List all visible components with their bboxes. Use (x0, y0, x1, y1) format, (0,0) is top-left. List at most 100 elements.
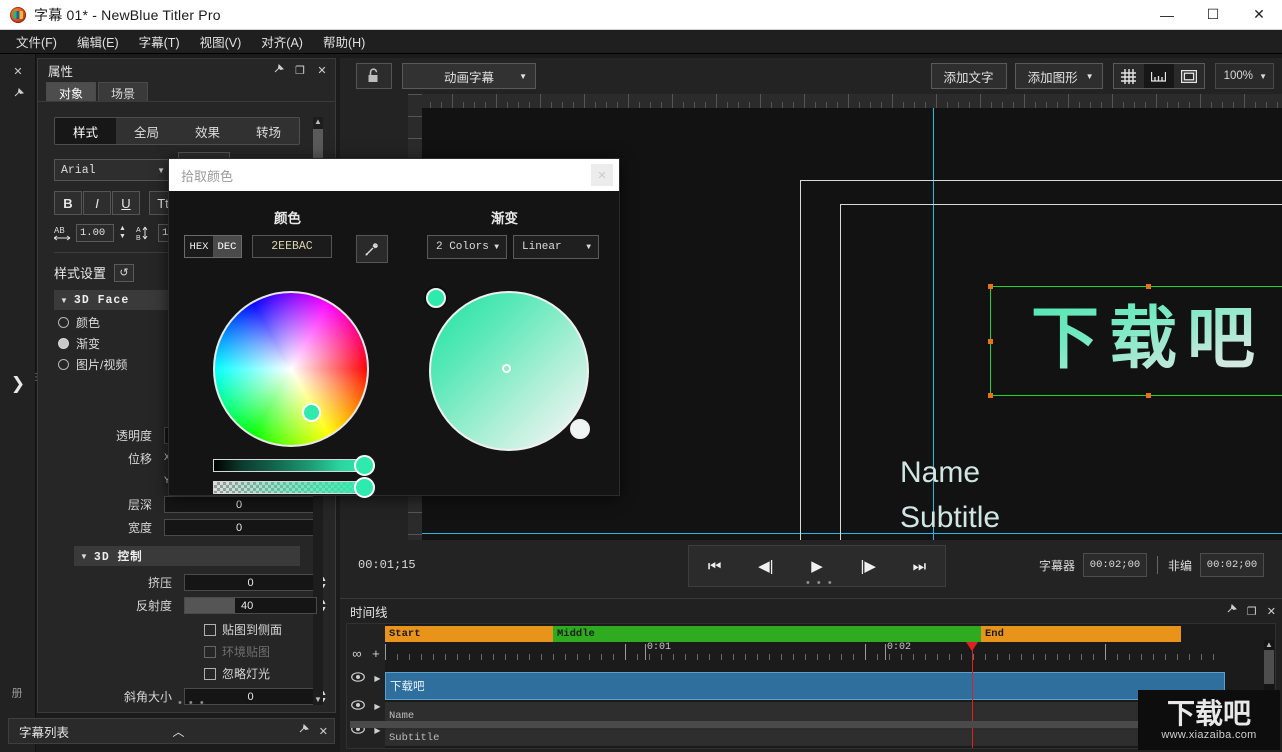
brightness-slider[interactable] (213, 459, 369, 472)
panel-resize-dots[interactable]: • • • (806, 577, 834, 589)
scroll-up-arrow[interactable]: ▲ (1264, 640, 1274, 649)
expand-track-icon[interactable]: ▶ (374, 674, 380, 683)
titler-duration-input[interactable]: 00:02;00 (1083, 553, 1147, 577)
properties-close-icon[interactable]: ✕ (315, 64, 329, 77)
group-3d-control[interactable]: ▼ 3D 控制 (74, 546, 300, 566)
segment-effects[interactable]: 效果 (177, 118, 238, 144)
add-track-button[interactable]: + (372, 646, 380, 661)
section-middle[interactable]: Middle (553, 626, 981, 642)
segment-transitions[interactable]: 转场 (238, 118, 299, 144)
selection-box[interactable] (990, 286, 1282, 396)
lock-icon[interactable] (356, 63, 392, 89)
rail-expand-icon[interactable]: ❯ (0, 364, 36, 404)
letter-spacing-input[interactable]: 1.00 (76, 224, 114, 242)
handle-bottom-left[interactable] (988, 393, 993, 398)
dec-mode-button[interactable]: DEC (213, 236, 241, 257)
menu-align[interactable]: 对齐(A) (251, 29, 313, 54)
subtitle-list-collapse-icon[interactable]: ︿ (172, 723, 184, 740)
gradient-preview[interactable] (429, 291, 589, 451)
menu-file[interactable]: 文件(F) (6, 29, 67, 54)
tab-object[interactable]: 对象 (46, 82, 96, 101)
eye-icon[interactable] (351, 699, 365, 713)
checkbox-texture-sides[interactable]: 贴图到侧面 (204, 621, 329, 638)
color-wheel-cursor[interactable] (302, 403, 321, 422)
handle-top-left[interactable] (988, 284, 993, 289)
handle-top-center[interactable] (1146, 284, 1151, 289)
brightness-slider-knob[interactable] (354, 455, 375, 476)
menu-edit[interactable]: 编辑(E) (67, 29, 129, 54)
reset-icon[interactable]: ↺ (114, 264, 134, 282)
subtitle-list-pin-icon[interactable] (298, 724, 309, 738)
section-end[interactable]: End (981, 626, 1181, 642)
canvas-subtitle-text[interactable]: Subtitle (900, 501, 1000, 535)
eyedropper-icon[interactable] (356, 235, 388, 263)
extrude-input[interactable]: 0 (184, 574, 317, 591)
dialog-close-icon[interactable]: ✕ (591, 164, 613, 186)
expand-track-icon[interactable]: ▶ (374, 702, 380, 711)
next-frame-button[interactable]: |▶ (851, 557, 885, 575)
underline-button[interactable]: U (112, 191, 140, 215)
gradient-stop-2-handle[interactable] (570, 419, 590, 439)
timeline-track-3[interactable]: Subtitle (385, 730, 1225, 746)
handle-middle-left[interactable] (988, 339, 993, 344)
scroll-down-arrow[interactable]: ▼ (313, 695, 323, 705)
alpha-slider-knob[interactable] (354, 477, 375, 498)
zoom-select[interactable]: 100% ▼ (1215, 63, 1274, 89)
previous-frame-button[interactable]: ◀| (749, 557, 783, 575)
checkbox-ignore-light[interactable]: 忽略灯光 (204, 665, 329, 682)
timeline-ruler[interactable]: 0:01 0:02 (385, 642, 1225, 668)
hex-mode-button[interactable]: HEX (185, 236, 213, 257)
gradient-stop-1-handle[interactable] (426, 288, 446, 308)
timeline-pin-icon[interactable] (1226, 604, 1237, 618)
gradient-type-select[interactable]: Linear ▼ (513, 235, 599, 259)
letter-spacing-stepper[interactable]: ▲▼ (119, 225, 126, 241)
timeline-track-1[interactable]: 下载吧 (385, 672, 1225, 700)
properties-float-icon[interactable]: ❐ (293, 64, 307, 77)
font-family-select[interactable]: Arial ▼ (54, 159, 172, 181)
timeline-close-icon[interactable]: ✕ (1267, 605, 1276, 618)
gradient-center-handle[interactable] (502, 364, 511, 373)
eye-icon[interactable] (351, 671, 365, 685)
add-text-button[interactable]: 添加文字 (931, 63, 1007, 89)
canvas-name-text[interactable]: Name (900, 456, 980, 490)
menu-view[interactable]: 视图(V) (190, 29, 252, 54)
close-button[interactable]: ✕ (1236, 0, 1282, 30)
title-mode-select[interactable]: 动画字幕 ▼ (402, 63, 536, 89)
properties-pin-icon[interactable] (271, 64, 285, 78)
go-to-end-button[interactable]: ⏭ (902, 558, 936, 575)
timeline-float-icon[interactable]: ❐ (1247, 605, 1257, 618)
menu-title[interactable]: 字幕(T) (129, 29, 190, 54)
scroll-thumb[interactable] (350, 721, 1230, 728)
tab-scene[interactable]: 场景 (98, 82, 148, 101)
play-button[interactable]: ▶ (800, 557, 834, 575)
go-to-start-button[interactable]: ⏮ (698, 558, 732, 575)
hex-value-input[interactable]: 2EEBAC (252, 235, 332, 258)
width-input[interactable]: 0 (164, 519, 314, 536)
add-shape-button[interactable]: 添加图形 ▼ (1015, 63, 1103, 89)
alpha-slider[interactable] (213, 481, 369, 494)
maximize-button[interactable]: ☐ (1190, 0, 1236, 30)
safe-area-icon[interactable] (1174, 64, 1204, 88)
italic-button[interactable]: I (83, 191, 111, 215)
checkbox-env-map[interactable]: 环境贴图 (204, 643, 329, 660)
scroll-up-arrow[interactable]: ▲ (313, 117, 323, 127)
color-wheel[interactable] (213, 291, 369, 447)
bold-button[interactable]: B (54, 191, 82, 215)
segment-global[interactable]: 全局 (116, 118, 177, 144)
nle-duration-input[interactable]: 00:02;00 (1200, 553, 1264, 577)
grid-icon[interactable] (1114, 64, 1144, 88)
loop-icon[interactable]: ∞ (352, 646, 361, 661)
timeline-horizontal-scrollbar[interactable] (350, 721, 1258, 728)
section-start[interactable]: Start (385, 626, 553, 642)
properties-resize-dots[interactable]: • • • (178, 697, 206, 709)
menu-help[interactable]: 帮助(H) (313, 29, 375, 54)
handle-bottom-center[interactable] (1146, 393, 1151, 398)
subtitle-list-close-icon[interactable]: ✕ (319, 725, 328, 738)
gradient-stops-select[interactable]: 2 Colors ▼ (427, 235, 507, 259)
rail-pin-icon[interactable] (0, 82, 36, 104)
depth-input[interactable]: 0 (164, 496, 314, 513)
scroll-thumb[interactable] (1264, 650, 1274, 684)
ruler-icon[interactable] (1144, 64, 1174, 88)
playhead[interactable] (972, 642, 973, 748)
segment-style[interactable]: 样式 (55, 118, 116, 144)
